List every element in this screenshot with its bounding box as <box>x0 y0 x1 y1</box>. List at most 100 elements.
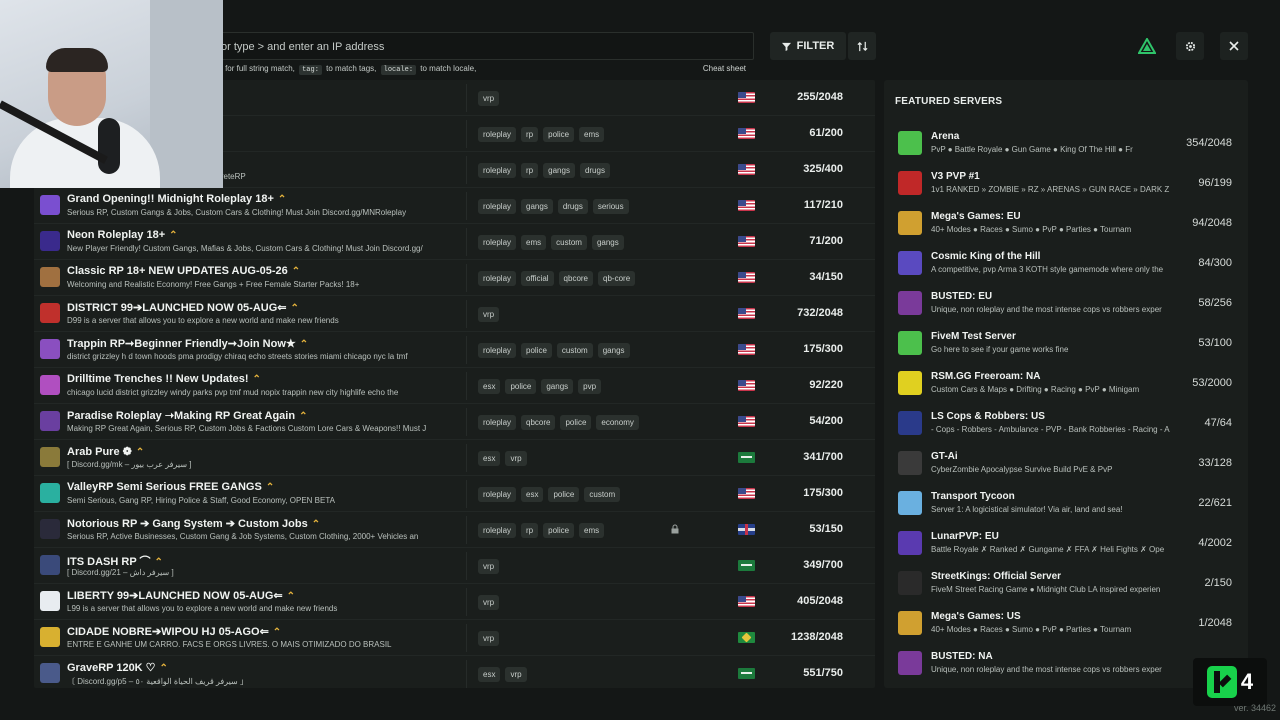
server-name: ITS DASH RP ⌒ ⌃ <box>67 556 163 568</box>
server-row[interactable]: CIDADE NOBRE➔WIPOU HJ 05-AGO⇐ ⌃ ENTRE E G… <box>34 620 875 656</box>
sort-button[interactable] <box>848 32 876 60</box>
server-tag[interactable]: police <box>505 379 537 394</box>
boost-icon: ⌃ <box>311 519 321 530</box>
server-tag[interactable]: vrp <box>505 667 527 682</box>
server-tag[interactable]: roleplay <box>478 415 517 430</box>
featured-server-row[interactable]: Arena PvP ● Battle Royale ● Gun Game ● K… <box>895 125 1237 165</box>
server-tag[interactable]: esx <box>478 379 501 394</box>
fivem-logo-icon[interactable] <box>1133 32 1161 60</box>
featured-server-row[interactable]: Cosmic King of the Hill A competitive, p… <box>895 245 1237 285</box>
server-name: Trappin RP➞Beginner Friendly➞Join Now★ ⌃ <box>67 338 309 350</box>
server-row[interactable]: Arab Pure ❁ ⌃ [ Discord.gg/mk – سيرفر عرب… <box>34 440 875 476</box>
server-row[interactable]: DISTRICT 99➔LAUNCHED NOW 05-AUG⇐ ⌃ D99 is… <box>34 296 875 332</box>
server-tag[interactable]: official <box>521 271 554 286</box>
server-tag[interactable]: vrp <box>478 595 500 610</box>
server-tag[interactable]: gangs <box>543 163 575 178</box>
server-tag[interactable]: roleplay <box>478 127 517 142</box>
featured-server-row[interactable]: GT-Ai CyberZombie Apocalypse Survive Bui… <box>895 445 1237 485</box>
server-tag[interactable]: custom <box>551 235 587 250</box>
close-icon[interactable] <box>1220 32 1248 60</box>
server-tag[interactable]: serious <box>592 199 629 214</box>
server-row[interactable]: ValleyRP Semi Serious FREE GANGS ⌃ Semi S… <box>34 476 875 512</box>
server-row[interactable]: Classic RP 18+ NEW UPDATES AUG-05-26 ⌃ We… <box>34 260 875 296</box>
featured-server-name: BUSTED: NA <box>931 651 993 662</box>
server-row[interactable]: Trappin RP➞Beginner Friendly➞Join Now★ ⌃ … <box>34 332 875 368</box>
server-tag[interactable]: police <box>521 343 552 358</box>
server-tag[interactable]: drugs <box>579 163 610 178</box>
cheat-sheet-link[interactable]: Cheat sheet <box>703 62 746 76</box>
server-tag[interactable]: police <box>543 127 575 142</box>
featured-server-logo-icon <box>898 451 922 475</box>
player-count: 732/2048 <box>797 307 843 319</box>
featured-server-row[interactable]: StreetKings: Official Server FiveM Stree… <box>895 565 1237 605</box>
server-row[interactable]: Drilltime Trenches !! New Updates! ⌃ chic… <box>34 368 875 404</box>
server-tag[interactable]: gangs <box>597 343 630 358</box>
server-tag[interactable]: roleplay <box>478 199 517 214</box>
server-tag[interactable]: vrp <box>505 451 527 466</box>
server-tag[interactable]: vrp <box>478 631 500 646</box>
featured-server-row[interactable]: BUSTED: EU Unique, non roleplay and the … <box>895 285 1237 325</box>
featured-server-row[interactable]: RSM.GG Freeroam: NA Custom Cars & Maps ●… <box>895 365 1237 405</box>
server-row[interactable]: Notorious RP ➔ Gang System ➔ Custom Jobs… <box>34 512 875 548</box>
server-tag[interactable]: custom <box>584 487 621 502</box>
server-tag[interactable]: gangs <box>591 235 624 250</box>
server-tag[interactable]: ems <box>579 523 605 538</box>
flag-us-icon <box>738 272 755 283</box>
featured-server-row[interactable]: Mega's Games: US 40+ Modes ● Races ● Sum… <box>895 605 1237 645</box>
server-tag[interactable]: qbcore <box>558 271 594 286</box>
server-tag[interactable]: vrp <box>478 559 500 574</box>
gear-icon[interactable] <box>1176 32 1204 60</box>
boost-icon: ⌃ <box>265 482 275 493</box>
server-tag[interactable]: rp <box>521 163 539 178</box>
featured-server-description: Unique, non roleplay and the most intens… <box>931 665 1162 674</box>
server-tag[interactable]: vrp <box>478 307 500 322</box>
featured-server-logo-icon <box>898 611 922 635</box>
server-tag[interactable]: esx <box>478 667 501 682</box>
featured-server-description: FiveM Street Racing Game ● Midnight Club… <box>931 585 1161 594</box>
server-row[interactable]: LIBERTY 99➔LAUNCHED NOW 05-AUG⇐ ⌃ L99 is … <box>34 584 875 620</box>
server-row[interactable]: Neon Roleplay 18+ ⌃ New Player Friendly! … <box>34 224 875 260</box>
filter-button[interactable]: FILTER <box>770 32 846 60</box>
featured-server-logo-icon <box>898 331 922 355</box>
server-row[interactable]: ITS DASH RP ⌒ ⌃ [ Discord.gg/21 – سيرفر د… <box>34 548 875 584</box>
featured-server-row[interactable]: LS Cops & Robbers: US - Cops - Robbers -… <box>895 405 1237 445</box>
server-tag[interactable]: drugs <box>557 199 588 214</box>
featured-server-row[interactable]: BUSTED: NA Unique, non roleplay and the … <box>895 645 1237 685</box>
server-tag[interactable]: ems <box>521 235 547 250</box>
server-tag[interactable]: roleplay <box>478 523 517 538</box>
server-name: GraveRP 120K ♡ ⌃ <box>67 662 168 674</box>
server-tag[interactable]: gangs <box>541 379 574 394</box>
featured-server-row[interactable]: FiveM Test Server Go here to see if your… <box>895 325 1237 365</box>
server-tag[interactable]: police <box>560 415 592 430</box>
server-tag[interactable]: roleplay <box>478 235 517 250</box>
server-tag[interactable]: custom <box>556 343 593 358</box>
server-logo-icon <box>40 411 60 431</box>
server-tag[interactable]: roleplay <box>478 163 517 178</box>
featured-server-row[interactable]: Mega's Games: EU 40+ Modes ● Races ● Sum… <box>895 205 1237 245</box>
server-tag[interactable]: police <box>543 523 575 538</box>
server-row[interactable]: Grand Opening!! Midnight Roleplay 18+ ⌃ S… <box>34 188 875 224</box>
server-tag[interactable]: roleplay <box>478 487 517 502</box>
server-tag[interactable]: rp <box>521 127 539 142</box>
server-row[interactable]: GraveRP 120K ♡ ⌃ 〔 Discord.gg/p5 – سيرفر … <box>34 656 875 688</box>
server-tag[interactable]: qbcore <box>521 415 556 430</box>
server-tag[interactable]: gangs <box>521 199 553 214</box>
server-tag[interactable]: roleplay <box>478 271 517 286</box>
server-tag[interactable]: rp <box>521 523 539 538</box>
server-tag[interactable]: roleplay <box>478 343 517 358</box>
server-row[interactable]: Paradise Roleplay ➝Making RP Great Again… <box>34 404 875 440</box>
server-tag[interactable]: qb-core <box>598 271 636 286</box>
featured-player-count: 96/199 <box>1198 177 1232 189</box>
server-name: Drilltime Trenches !! New Updates! ⌃ <box>67 373 261 385</box>
server-tag[interactable]: esx <box>478 451 501 466</box>
featured-server-row[interactable]: Transport Tycoon Server 1: A logicistica… <box>895 485 1237 525</box>
server-tag[interactable]: economy <box>596 415 639 430</box>
featured-server-row[interactable]: LunarPVP: EU Battle Royale ✗ Ranked ✗ Gu… <box>895 525 1237 565</box>
server-tag[interactable]: vrp <box>478 91 500 106</box>
server-tag[interactable]: esx <box>521 487 544 502</box>
featured-server-logo-icon <box>898 491 922 515</box>
server-tag[interactable]: police <box>548 487 580 502</box>
server-tag[interactable]: pvp <box>578 379 602 394</box>
featured-server-row[interactable]: V3 PVP #1 1v1 RANKED » ZOMBIE » RZ » ARE… <box>895 165 1237 205</box>
server-tag[interactable]: ems <box>579 127 605 142</box>
